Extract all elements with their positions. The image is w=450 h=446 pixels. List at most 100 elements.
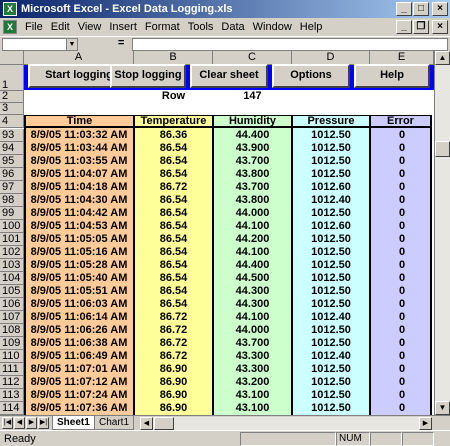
error-cell[interactable]: 0 xyxy=(370,376,434,388)
pressure-cell[interactable]: 1012.50 xyxy=(292,324,370,336)
temperature-cell[interactable]: 86.54 xyxy=(134,142,213,154)
temperature-cell[interactable]: 86.54 xyxy=(134,285,213,297)
humidity-cell[interactable]: 43.900 xyxy=(213,142,292,154)
row-header[interactable]: 105 xyxy=(0,285,24,298)
horizontal-scroll-thumb[interactable] xyxy=(154,417,174,430)
row-header[interactable]: 94 xyxy=(0,142,24,155)
humidity-cell[interactable]: 43.100 xyxy=(213,402,292,414)
menu-tools[interactable]: Tools xyxy=(184,21,218,33)
humidity-cell[interactable]: 44.400 xyxy=(213,259,292,271)
humidity-cell[interactable]: 43.100 xyxy=(213,389,292,401)
temperature-cell[interactable]: 86.54 xyxy=(134,246,213,258)
time-cell[interactable]: 8/9/05 11:07:01 AM xyxy=(24,363,134,375)
time-cell[interactable]: 8/9/05 11:06:03 AM xyxy=(24,298,134,310)
error-cell[interactable]: 0 xyxy=(370,337,434,349)
column-header-c[interactable]: C xyxy=(213,51,292,65)
pressure-cell[interactable]: 1012.50 xyxy=(292,285,370,297)
row-header[interactable]: 99 xyxy=(0,207,24,220)
time-cell[interactable]: 8/9/05 11:04:30 AM xyxy=(24,194,134,206)
pressure-cell[interactable]: 1012.50 xyxy=(292,246,370,258)
row-header[interactable]: 111 xyxy=(0,363,24,376)
temperature-cell[interactable]: 86.72 xyxy=(134,350,213,362)
clear-sheet-button[interactable]: Clear sheet xyxy=(190,64,268,88)
pressure-cell[interactable]: 1012.50 xyxy=(292,129,370,141)
error-cell[interactable]: 0 xyxy=(370,246,434,258)
time-cell[interactable]: 8/9/05 11:05:40 AM xyxy=(24,272,134,284)
vertical-scrollbar[interactable]: ▲ ▼ xyxy=(434,51,450,415)
error-cell[interactable]: 0 xyxy=(370,207,434,219)
temperature-cell[interactable]: 86.90 xyxy=(134,363,213,375)
row-header[interactable]: 97 xyxy=(0,181,24,194)
humidity-cell[interactable]: 43.300 xyxy=(213,350,292,362)
workbook-icon[interactable]: X xyxy=(3,20,17,34)
row-header[interactable]: 4 xyxy=(0,115,24,128)
row-header[interactable]: 3 xyxy=(0,103,24,115)
pressure-cell[interactable]: 1012.50 xyxy=(292,337,370,349)
chevron-down-icon[interactable]: ▼ xyxy=(66,39,77,50)
formula-input[interactable] xyxy=(132,38,448,51)
pressure-cell[interactable]: 1012.50 xyxy=(292,233,370,245)
error-cell[interactable]: 0 xyxy=(370,155,434,167)
column-header-e[interactable]: E xyxy=(370,51,434,65)
menu-view[interactable]: View xyxy=(74,21,106,33)
error-cell[interactable]: 0 xyxy=(370,402,434,414)
temperature-cell[interactable]: 86.72 xyxy=(134,337,213,349)
menu-data[interactable]: Data xyxy=(217,21,248,33)
temperature-cell[interactable]: 86.54 xyxy=(134,155,213,167)
temperature-cell[interactable]: 86.72 xyxy=(134,311,213,323)
row-header[interactable]: 107 xyxy=(0,311,24,324)
menu-format[interactable]: Format xyxy=(141,21,184,33)
humidity-cell[interactable]: 43.200 xyxy=(213,376,292,388)
first-sheet-icon[interactable]: |◀ xyxy=(2,417,13,429)
row-header[interactable]: 98 xyxy=(0,194,24,207)
menu-insert[interactable]: Insert xyxy=(105,21,141,33)
scroll-thumb[interactable] xyxy=(435,141,450,157)
time-cell[interactable]: 8/9/05 11:04:42 AM xyxy=(24,207,134,219)
row-header[interactable]: 93 xyxy=(0,129,24,142)
temperature-cell[interactable]: 86.90 xyxy=(134,389,213,401)
pressure-cell[interactable]: 1012.50 xyxy=(292,363,370,375)
time-cell[interactable]: 8/9/05 11:05:28 AM xyxy=(24,259,134,271)
scroll-up-icon[interactable]: ▲ xyxy=(435,51,450,65)
edit-formula-button[interactable]: = xyxy=(118,37,124,49)
row-header[interactable]: 109 xyxy=(0,337,24,350)
error-cell[interactable]: 0 xyxy=(370,298,434,310)
humidity-cell[interactable]: 43.800 xyxy=(213,194,292,206)
humidity-cell[interactable]: 44.400 xyxy=(213,129,292,141)
error-cell[interactable]: 0 xyxy=(370,389,434,401)
menu-edit[interactable]: Edit xyxy=(47,21,74,33)
temperature-cell[interactable]: 86.54 xyxy=(134,272,213,284)
tab-chart1[interactable]: Chart1 xyxy=(94,416,135,430)
horizontal-scrollbar[interactable]: ◀ ▶ xyxy=(140,417,432,430)
error-cell[interactable]: 0 xyxy=(370,311,434,323)
time-cell[interactable]: 8/9/05 11:06:38 AM xyxy=(24,337,134,349)
scroll-left-icon[interactable]: ◀ xyxy=(140,417,153,430)
humidity-cell[interactable]: 44.300 xyxy=(213,285,292,297)
humidity-cell[interactable]: 43.800 xyxy=(213,168,292,180)
row-header[interactable]: 103 xyxy=(0,259,24,272)
close-icon[interactable]: × xyxy=(432,2,448,16)
temperature-cell[interactable]: 86.72 xyxy=(134,324,213,336)
column-header-d[interactable]: D xyxy=(292,51,370,65)
error-cell[interactable]: 0 xyxy=(370,324,434,336)
error-cell[interactable]: 0 xyxy=(370,142,434,154)
error-cell[interactable]: 0 xyxy=(370,259,434,271)
humidity-cell[interactable]: 44.300 xyxy=(213,298,292,310)
time-cell[interactable]: 8/9/05 11:07:36 AM xyxy=(24,402,134,414)
row-header[interactable]: 114 xyxy=(0,402,24,415)
pressure-cell[interactable]: 1012.50 xyxy=(292,155,370,167)
pressure-cell[interactable]: 1012.40 xyxy=(292,311,370,323)
help-button[interactable]: Help xyxy=(354,64,430,88)
time-cell[interactable]: 8/9/05 11:06:49 AM xyxy=(24,350,134,362)
pressure-cell[interactable]: 1012.50 xyxy=(292,298,370,310)
time-cell[interactable]: 8/9/05 11:06:14 AM xyxy=(24,311,134,323)
row-header[interactable]: 110 xyxy=(0,350,24,363)
error-cell[interactable]: 0 xyxy=(370,194,434,206)
humidity-cell[interactable]: 43.700 xyxy=(213,337,292,349)
temperature-cell[interactable]: 86.54 xyxy=(134,259,213,271)
error-cell[interactable]: 0 xyxy=(370,363,434,375)
prev-sheet-icon[interactable]: ◀ xyxy=(14,417,25,429)
row-header[interactable]: 100 xyxy=(0,220,24,233)
temperature-cell[interactable]: 86.90 xyxy=(134,376,213,388)
doc-close-icon[interactable]: × xyxy=(432,20,448,34)
